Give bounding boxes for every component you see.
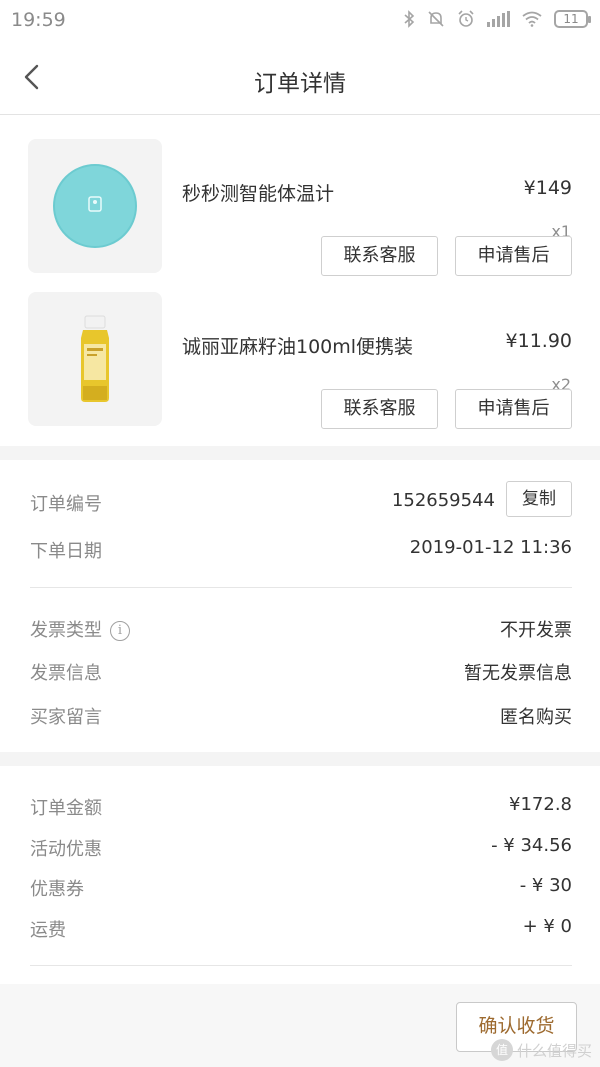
invoice-type-row: 发票类型 i 不开发票 (30, 614, 572, 644)
divider (30, 965, 572, 966)
promotion-label: 活动优惠 (30, 839, 102, 860)
battery-icon: 11 (554, 10, 591, 28)
contact-service-button[interactable]: 联系客服 (321, 389, 438, 429)
order-date-value: 2019-01-12 11:36 (409, 537, 572, 558)
order-amount-row: 订单金额 ¥172.8 (30, 792, 572, 822)
promotion-value: - ¥ 34.56 (491, 835, 572, 856)
mute-icon (428, 11, 444, 27)
thermometer-image (53, 164, 137, 248)
coupon-label: 优惠券 (30, 879, 84, 900)
product-list: 秒秒测智能体温计 ¥149 x1 联系客服 申请售后 诚丽亚麻籽油100ml便携… (0, 116, 600, 446)
order-number-row: 订单编号 152659544 复制 (30, 481, 572, 518)
buyer-message-row: 买家留言 匿名购买 (30, 701, 572, 731)
bluetooth-icon (404, 10, 415, 28)
coupon-value: - ¥ 30 (519, 875, 572, 896)
watermark: 值 什么值得买 (490, 1039, 592, 1061)
order-amount-label: 订单金额 (30, 798, 102, 819)
after-sales-button[interactable]: 申请售后 (455, 389, 572, 429)
signal-icon (487, 11, 510, 27)
invoice-type-value: 不开发票 (500, 620, 572, 641)
page-title: 订单详情 (254, 71, 346, 97)
order-number-label: 订单编号 (30, 494, 102, 515)
watermark-text: 什么值得买 (516, 1041, 592, 1060)
buyer-message-value: 匿名购买 (500, 707, 572, 728)
invoice-type-label-text: 发票类型 (30, 620, 102, 641)
product-name[interactable]: 秒秒测智能体温计 (182, 179, 334, 206)
wifi-icon (522, 11, 542, 27)
product-name[interactable]: 诚丽亚麻籽油100ml便携装 (182, 332, 413, 359)
status-time: 19:59 (11, 9, 66, 31)
copy-button[interactable]: 复制 (506, 481, 572, 517)
product-price: ¥11.90 (505, 330, 572, 352)
section-separator (0, 752, 600, 766)
divider (30, 587, 572, 588)
bottom-bar: 确认收货 值 什么值得买 (0, 984, 600, 1067)
order-date-row: 下单日期 2019-01-12 11:36 (30, 535, 572, 565)
product-image-flaxseed-oil[interactable] (28, 292, 162, 426)
product-item[interactable]: 秒秒测智能体温计 ¥149 x1 联系客服 申请售后 (0, 139, 600, 279)
contact-service-button[interactable]: 联系客服 (321, 236, 438, 276)
watermark-badge: 值 (490, 1039, 513, 1061)
invoice-info-row: 发票信息 暂无发票信息 (30, 657, 572, 687)
promotion-row: 活动优惠 - ¥ 34.56 (30, 833, 572, 863)
section-separator (0, 446, 600, 460)
nav-bar: 订单详情 (0, 40, 600, 115)
oil-bottle-image (81, 315, 109, 402)
shipping-value: + ¥ 0 (522, 916, 572, 937)
invoice-info-label: 发票信息 (30, 663, 102, 684)
product-item[interactable]: 诚丽亚麻籽油100ml便携装 ¥11.90 x2 联系客服 申请售后 (0, 292, 600, 432)
after-sales-button[interactable]: 申请售后 (455, 236, 572, 276)
invoice-info-value: 暂无发票信息 (464, 663, 572, 684)
invoice-type-label: 发票类型 i (30, 616, 130, 642)
status-icons: 11 (403, 10, 591, 28)
shipping-label: 运费 (30, 920, 66, 941)
order-date-label: 下单日期 (30, 541, 102, 562)
coupon-row: 优惠券 - ¥ 30 (30, 873, 572, 903)
buyer-message-label: 买家留言 (30, 707, 102, 728)
shipping-row: 运费 + ¥ 0 (30, 914, 572, 944)
status-bar: 19:59 11 (0, 0, 600, 40)
order-number-value: 152659544 (391, 490, 495, 511)
product-price: ¥149 (523, 177, 572, 199)
order-amount-value: ¥172.8 (509, 794, 572, 815)
product-image-thermometer[interactable] (28, 139, 162, 273)
info-icon[interactable]: i (110, 621, 130, 641)
alarm-icon (458, 10, 474, 27)
